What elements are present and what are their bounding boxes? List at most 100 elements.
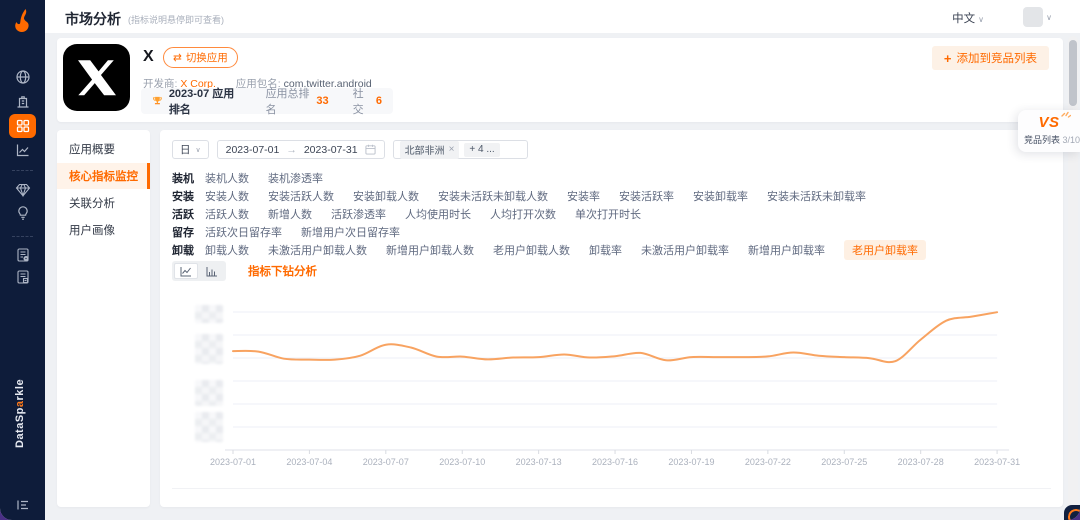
floating-widget[interactable]: [1064, 505, 1080, 520]
rank-total-label: 应用总排名: [265, 88, 310, 116]
nav-item-2[interactable]: 关联分析: [57, 190, 150, 216]
metric-item[interactable]: 安装卸载人数: [353, 188, 419, 204]
metric-item[interactable]: 活跃渗透率: [331, 206, 386, 222]
metric-row: 卸载 卸载人数 未激活用户卸载人数 新增用户卸载人数 老用户卸载人数 卸载率 未激活用户卸载…: [172, 240, 945, 260]
chart-toolbar: 指标下钻分析: [172, 261, 317, 281]
app-name: X: [143, 48, 154, 65]
app-logo-x: [63, 44, 130, 111]
metric-item[interactable]: 未激活用户卸载率: [641, 242, 729, 258]
page-subtitle: (指标说明悬停即可查看): [128, 15, 224, 25]
metric-item[interactable]: 人均打开次数: [490, 206, 556, 222]
svg-text:2023-07-31: 2023-07-31: [974, 457, 1020, 467]
flame-logo-icon[interactable]: [10, 8, 36, 36]
granularity-select[interactable]: 日 ∨: [172, 140, 209, 159]
nav-item-1[interactable]: 核心指标监控: [57, 163, 150, 189]
metric-item[interactable]: 老用户卸载人数: [493, 242, 570, 258]
card-divider: [172, 488, 1051, 489]
language-selector[interactable]: 中文 ∨: [952, 10, 984, 26]
archive-icon[interactable]: [14, 268, 31, 285]
metric-item[interactable]: 新增用户卸载率: [748, 242, 825, 258]
scrollbar-thumb[interactable]: [1069, 40, 1077, 106]
line-chart-svg: 2023-07-01 2023-07-04 2023-07-07 2023-07-10…: [210, 311, 1020, 467]
rank-category-label: 社交: [352, 88, 364, 116]
bulb-icon[interactable]: [14, 204, 31, 221]
metric-item[interactable]: 新增用户卸载人数: [386, 242, 474, 258]
metric-item[interactable]: 活跃次日留存率: [205, 224, 282, 240]
metric-item[interactable]: 安装卸载率: [693, 188, 748, 204]
metric-item[interactable]: 卸载率: [589, 242, 622, 258]
x-logo-icon: [77, 59, 116, 95]
collapse-icon[interactable]: [14, 496, 31, 513]
metric-item[interactable]: 装机渗透率: [268, 170, 323, 186]
arrow-right-icon: →: [286, 143, 297, 156]
rank-period-title: 2023-07 应用排名: [168, 88, 235, 116]
metric-item[interactable]: 装机人数: [205, 170, 249, 186]
add-to-competitor-list-button[interactable]: + 添加到竞品列表: [931, 46, 1049, 70]
metric-group-label: 装机: [172, 173, 194, 185]
metric-item[interactable]: 新增人数: [268, 206, 312, 222]
svg-text:2023-07-13: 2023-07-13: [516, 457, 562, 467]
metric-item[interactable]: 未激活用户卸载人数: [268, 242, 367, 258]
rank-total-value: 33: [316, 95, 329, 107]
metric-group-label: 留存: [172, 227, 194, 239]
metric-item[interactable]: 安装未活跃未卸载人数: [438, 188, 548, 204]
metric-row: 留存 活跃次日留存率 新增用户次日留存率: [172, 223, 945, 241]
rank-bar: 2023-07 应用排名 应用总排名 33 社交 6: [141, 88, 393, 116]
metric-item[interactable]: 老用户卸载率: [844, 240, 926, 260]
region-more-tag: + 4 ...: [464, 142, 500, 157]
date-range-picker[interactable]: 2023-07-01 → 2023-07-31: [216, 140, 385, 159]
switch-app-button[interactable]: ⇄ 切换应用: [163, 47, 238, 68]
section-nav: 应用概要 核心指标监控 关联分析 用户画像: [57, 130, 150, 507]
nav-item-0[interactable]: 应用概要: [57, 136, 150, 162]
bar-chart-toggle[interactable]: [200, 263, 224, 279]
metric-item[interactable]: 安装未活跃未卸载率: [767, 188, 866, 204]
gem-icon[interactable]: [14, 181, 31, 198]
brand-wordmark: DataSparkle: [14, 378, 26, 448]
trophy-icon: [152, 96, 162, 104]
chevron-down-icon: ∨: [195, 146, 201, 154]
globe-icon[interactable]: [14, 68, 31, 85]
sparkle-icon: [1060, 111, 1071, 118]
avatar[interactable]: [1023, 7, 1044, 27]
region-multiselect[interactable]: 北部非洲 × + 4 ...: [392, 140, 528, 159]
apps-grid-icon[interactable]: [9, 114, 36, 138]
svg-text:2023-07-28: 2023-07-28: [898, 457, 944, 467]
svg-text:2023-07-19: 2023-07-19: [668, 457, 714, 467]
main-panel: 日 ∨ 2023-07-01 → 2023-07-31 北部非洲 × + 4 .…: [160, 130, 1063, 507]
line-chart-toggle[interactable]: [174, 263, 198, 279]
plus-icon: +: [943, 50, 952, 66]
chart-type-toggle: [172, 261, 226, 281]
close-icon[interactable]: ×: [449, 144, 455, 155]
metric-group-label: 安装: [172, 191, 194, 203]
nav-item-3[interactable]: 用户画像: [57, 217, 150, 243]
date-start: 2023-07-01: [225, 143, 280, 156]
metric-item[interactable]: 单次打开时长: [575, 206, 641, 222]
metric-row: 安装 安装人数 安装活跃人数 安装卸载人数 安装未活跃未卸载人数 安装率 安装活跃率 安装卸载…: [172, 187, 945, 205]
sidebar-divider: [12, 236, 33, 237]
trend-chart[interactable]: 2023-07-01 2023-07-04 2023-07-07 2023-07-10…: [160, 290, 1063, 480]
svg-text:2023-07-07: 2023-07-07: [363, 457, 409, 467]
competitor-vs-panel[interactable]: VS 竞品列表 3/10: [1018, 110, 1080, 152]
metric-item[interactable]: 安装人数: [205, 188, 249, 204]
competitor-count: 竞品列表 3/10: [1024, 135, 1080, 145]
metric-item[interactable]: 人均使用时长: [405, 206, 471, 222]
report-icon[interactable]: [14, 246, 31, 263]
metric-row: 装机 装机人数 装机渗透率: [172, 169, 945, 187]
metric-item[interactable]: 新增用户次日留存率: [301, 224, 400, 240]
svg-text:2023-07-16: 2023-07-16: [592, 457, 638, 467]
metric-item[interactable]: 安装活跃人数: [268, 188, 334, 204]
metric-item[interactable]: 活跃人数: [205, 206, 249, 222]
rank-category-value: 6: [375, 95, 382, 107]
drill-down-link[interactable]: 指标下钻分析: [248, 263, 317, 279]
company-icon[interactable]: [14, 93, 31, 110]
metric-item[interactable]: 安装活跃率: [619, 188, 674, 204]
sidebar: DataSparkle: [0, 0, 45, 520]
svg-text:2023-07-01: 2023-07-01: [210, 457, 256, 467]
metric-item[interactable]: 安装率: [567, 188, 600, 204]
trend-chart-icon[interactable]: [14, 141, 31, 158]
vs-badge: VS: [1038, 111, 1071, 131]
metric-item[interactable]: 卸载人数: [205, 242, 249, 258]
app-window: DataSparkle 市场分析 (指标说明悬停即可查看) 中文 ∨ ∨ X ⇄ …: [0, 0, 1080, 520]
scrollbar-track[interactable]: [1068, 36, 1078, 518]
user-menu[interactable]: ∨: [1023, 7, 1052, 27]
